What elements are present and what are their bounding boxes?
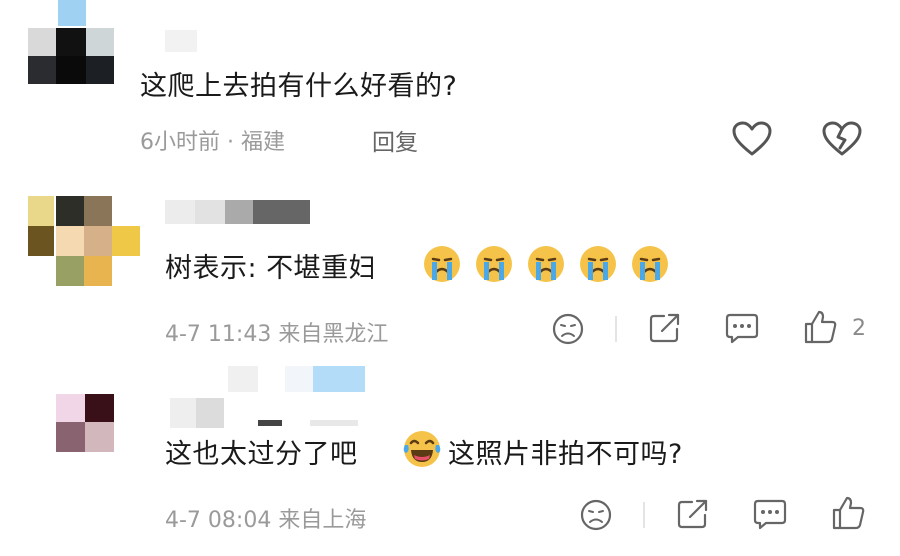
comment-text-part2: 这照片非拍不可吗? — [448, 439, 683, 470]
comment-text: 这爬上去拍有什么好看的? — [140, 71, 458, 102]
comment-2: 树表示: 不堪重妇 4-7 11:43 来自黑龙江 2 — [0, 180, 900, 360]
comment-icon[interactable] — [724, 311, 760, 345]
divider — [643, 502, 645, 528]
crying-emoji — [526, 244, 566, 284]
dislike-broken-heart-icon[interactable] — [822, 121, 862, 157]
comment-meta: 4-7 08:04 来自上海 — [165, 508, 367, 533]
crying-emoji-row — [422, 244, 672, 288]
thumbs-up-icon[interactable] — [803, 309, 839, 345]
crying-emoji — [422, 244, 462, 284]
crying-emoji — [474, 244, 514, 284]
comment-1: 这爬上去拍有什么好看的? 6小时前 · 福建 回复 — [0, 0, 900, 180]
like-count: 2 — [852, 316, 866, 341]
avatar[interactable] — [56, 394, 114, 452]
crying-emoji — [578, 244, 618, 284]
sad-face-icon[interactable] — [579, 498, 613, 532]
share-icon[interactable] — [676, 497, 710, 531]
comment-meta: 4-7 11:43 来自黑龙江 — [165, 322, 389, 347]
sad-face-icon[interactable] — [551, 312, 585, 346]
avatar[interactable] — [28, 0, 114, 86]
comment-text-part1: 这也太过分了吧 — [165, 439, 358, 470]
laughing-tears-emoji — [402, 429, 442, 469]
reply-button[interactable]: 回复 — [372, 123, 418, 157]
share-icon[interactable] — [648, 311, 682, 345]
username-blurred[interactable] — [165, 30, 197, 52]
comment-icon[interactable] — [752, 497, 788, 531]
divider — [615, 316, 617, 342]
like-heart-icon[interactable] — [732, 121, 772, 157]
comment-text: 树表示: 不堪重妇 — [165, 253, 377, 284]
username-blurred[interactable] — [165, 200, 310, 224]
comment-3: 这也太过分了吧 这照片非拍不可吗? 4-7 08:04 来自上海 — [0, 360, 900, 556]
username-blurred[interactable] — [170, 366, 370, 430]
comment-meta: 6小时前 · 福建 — [140, 130, 285, 155]
thumbs-up-icon[interactable] — [831, 495, 867, 531]
avatar[interactable] — [28, 196, 144, 286]
crying-emoji — [630, 244, 670, 284]
